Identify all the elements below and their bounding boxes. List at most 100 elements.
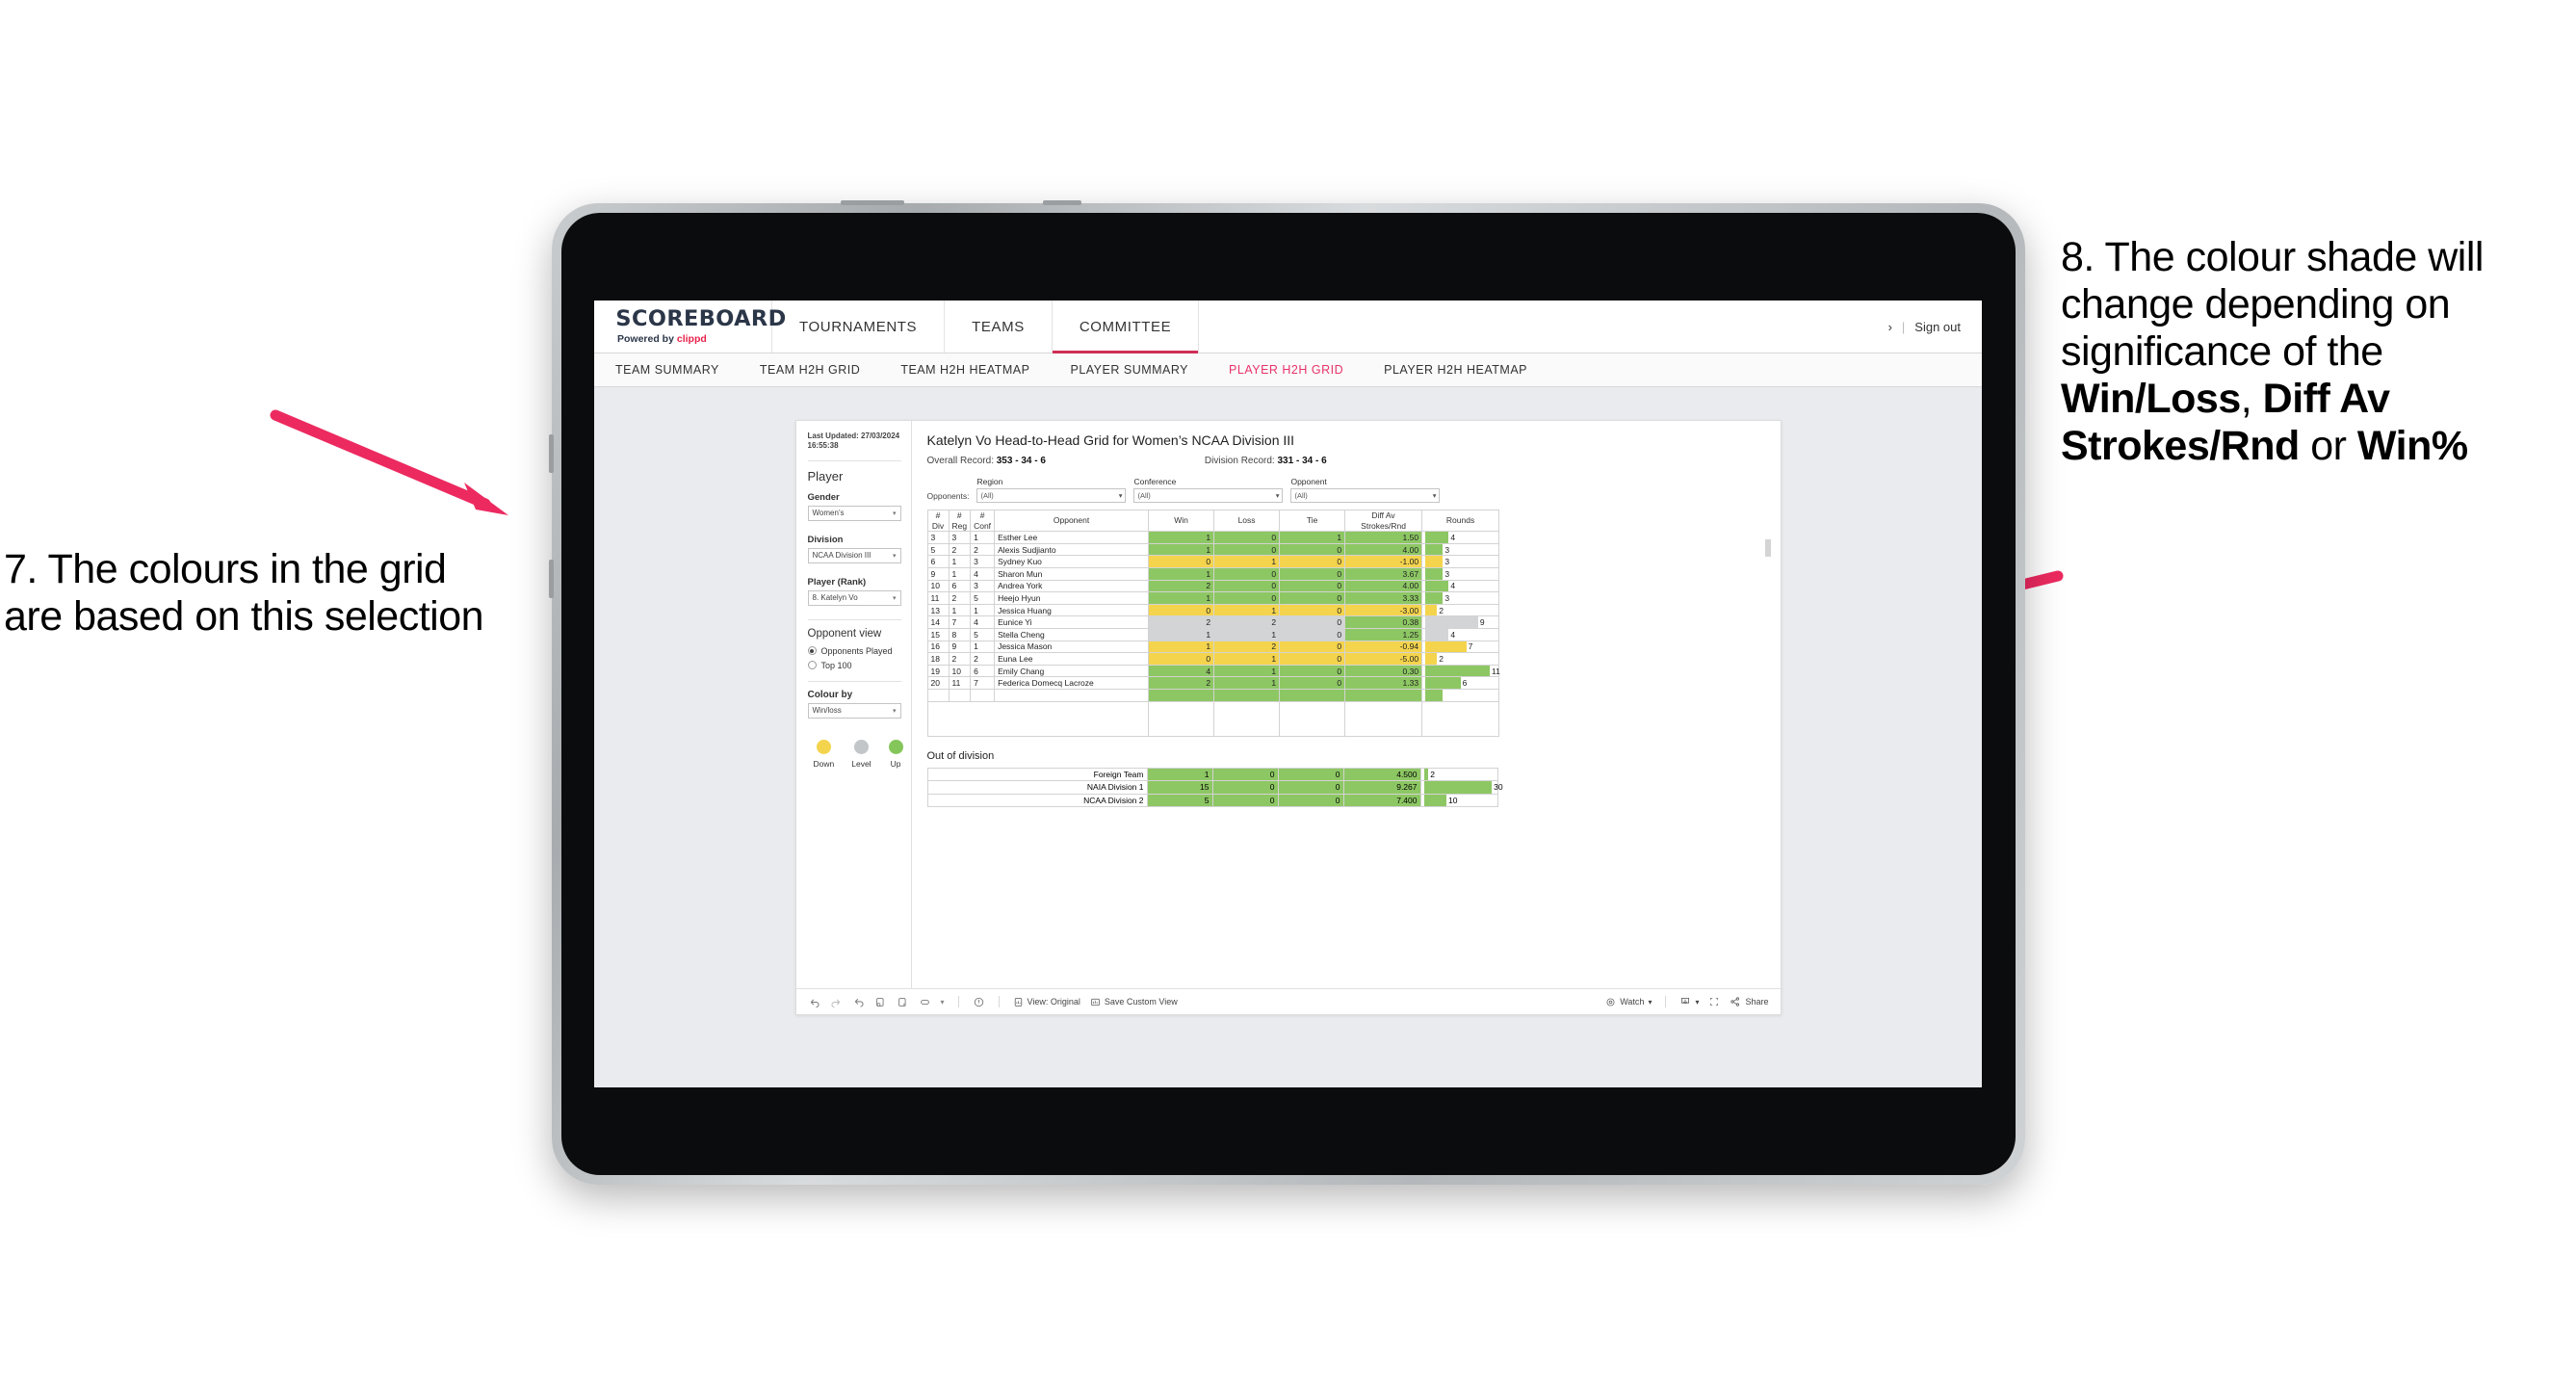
legend-dot-up	[888, 739, 903, 754]
legend-item-down: Down	[814, 739, 834, 769]
nav-item-tournaments[interactable]: TOURNAMENTS	[772, 301, 946, 353]
table-row[interactable]: 10 6 3 Andrea York 2 0 0 4.00 4	[926, 579, 1500, 593]
revert-icon[interactable]	[852, 996, 865, 1008]
rounds-label: 10	[1448, 795, 1458, 805]
cell-tie: 0	[1279, 603, 1346, 617]
cell-loss: 1	[1213, 676, 1281, 690]
watch-button[interactable]: Watch ▾	[1605, 997, 1652, 1007]
table-row[interactable]: 14 7 4 Eunice Yi 2 2 0 0.38 9	[926, 615, 1500, 629]
tablet-side-button-1[interactable]	[549, 434, 554, 473]
table-row[interactable]: 5 2 2 Alexis Sudjianto 1 0 0 4.00 3	[926, 542, 1500, 557]
filter-opponent-select[interactable]: (All) ▾	[1290, 488, 1441, 503]
colour-by-select[interactable]: Win/loss ▾	[807, 702, 901, 719]
ood-row[interactable]: NCAA Division 2 5 0 0 7.400 10	[926, 793, 1498, 808]
cell-conf: 2	[970, 542, 996, 557]
column-header[interactable]: Win	[1148, 509, 1215, 533]
annotation-right-pre: 8. The colour shade will change dependin…	[2061, 234, 2484, 376]
ood-win: 15	[1146, 780, 1213, 795]
column-header[interactable]: Loss	[1213, 509, 1281, 533]
tablet-side-button-2[interactable]	[549, 560, 554, 598]
table-row[interactable]: 9 1 4 Sharon Mun 1 0 0 3.67 3	[926, 567, 1500, 581]
table-row[interactable]: 16 9 1 Jessica Mason 1 2 0 -0.94 7	[926, 640, 1500, 654]
ood-row[interactable]: Foreign Team 1 0 0 4.500 2	[926, 767, 1498, 782]
share-button[interactable]: Share	[1730, 996, 1769, 1007]
header-divider: |	[1901, 319, 1906, 334]
column-header[interactable]: Rounds	[1421, 509, 1500, 533]
colour-by-value: Win/loss	[812, 706, 842, 716]
view-original-button[interactable]: View: Original	[1013, 997, 1080, 1007]
undo-icon[interactable]	[808, 996, 820, 1008]
table-row[interactable]: 3 3 1 Esther Lee 1 0 1 1.50 4	[926, 531, 1500, 544]
sign-out-link[interactable]: Sign out	[1914, 320, 1961, 334]
alert-icon[interactable]	[973, 996, 985, 1008]
subnav-item-team-h2h-heatmap[interactable]: TEAM H2H HEATMAP	[900, 363, 1029, 377]
filter-conference-select[interactable]: (All) ▾	[1133, 488, 1284, 503]
table-row-partial[interactable]	[926, 688, 1500, 702]
rounds-bar	[1425, 665, 1490, 677]
tablet-volume-button[interactable]	[1043, 200, 1081, 205]
subnav-item-team-summary[interactable]: TEAM SUMMARY	[615, 363, 719, 377]
rounds-bar	[1425, 580, 1449, 592]
gender-select[interactable]: Women’s ▾	[807, 505, 901, 521]
cell-div: 5	[926, 542, 950, 557]
player-rank-select[interactable]: 8. Katelyn Vo ▾	[807, 589, 901, 606]
cell-opponent	[994, 688, 1150, 702]
division-select[interactable]: NCAA Division III ▾	[807, 547, 901, 563]
column-header[interactable]: Diff Av Strokes/Rnd	[1344, 509, 1423, 533]
shape-icon[interactable]	[919, 996, 931, 1008]
rounds-label: 2	[1439, 605, 1444, 615]
brand-logo[interactable]: SCOREBOARD Powered by clippd	[594, 301, 786, 353]
cell-diff: 0.30	[1344, 664, 1423, 678]
column-header[interactable]: Tie	[1279, 509, 1346, 533]
nav-item-committee[interactable]: COMMITTEE	[1052, 301, 1200, 353]
subnav-item-team-h2h-grid[interactable]: TEAM H2H GRID	[760, 363, 860, 377]
tablet-power-button[interactable]	[841, 200, 904, 205]
table-row[interactable]: 20 11 7 Federica Domecq Lacroze 2 1 0 1.…	[926, 676, 1500, 690]
cell-conf	[970, 688, 996, 702]
table-row[interactable]: 11 2 5 Heejo Hyun 1 0 0 3.33 3	[926, 591, 1500, 605]
cell-div: 15	[926, 628, 950, 641]
save-custom-view-button[interactable]: Save Custom View	[1090, 997, 1178, 1007]
colour-legend: Down Level Up	[808, 739, 903, 769]
radio-opponents-played[interactable]: Opponents Played	[807, 646, 901, 656]
column-header[interactable]: # Div	[926, 509, 950, 533]
subnav-item-player-summary[interactable]: PLAYER SUMMARY	[1070, 363, 1188, 377]
pause-icon[interactable]	[897, 996, 909, 1008]
legend-item-level: Level	[851, 739, 872, 769]
cell-diff: 0.38	[1344, 615, 1423, 629]
cell-diff: 3.33	[1344, 591, 1423, 605]
table-row[interactable]: 19 10 6 Emily Chang 4 1 0 0.30 11	[926, 664, 1500, 678]
cell-loss: 1	[1213, 603, 1281, 617]
subnav-item-player-h2h-grid[interactable]: PLAYER H2H GRID	[1229, 363, 1343, 377]
chevron-right-icon[interactable]: ›	[1888, 320, 1892, 334]
refresh-icon[interactable]	[874, 996, 887, 1008]
rounds-bar	[1425, 543, 1444, 556]
column-header[interactable]: # Reg	[948, 509, 972, 533]
cell-blank	[1421, 700, 1500, 737]
chevron-down-icon[interactable]: ▾	[941, 998, 945, 1007]
table-row[interactable]: 13 1 1 Jessica Huang 0 1 0 -3.00 2	[926, 603, 1500, 617]
division-record: Division Record: 331 - 34 - 6	[1205, 456, 1327, 466]
column-header[interactable]: # Conf	[970, 509, 996, 533]
cell-rounds: 3	[1421, 555, 1500, 569]
download-button[interactable]: ▾	[1679, 996, 1699, 1007]
nav-item-teams[interactable]: TEAMS	[945, 301, 1053, 353]
colour-by-label: Colour by	[807, 689, 853, 700]
subnav-item-player-h2h-heatmap[interactable]: PLAYER H2H HEATMAP	[1384, 363, 1527, 377]
table-row[interactable]: 18 2 2 Euna Lee 0 1 0 -5.00 2	[926, 652, 1500, 666]
grid-scrollbar[interactable]	[1764, 539, 1771, 557]
cell-div: 9	[926, 567, 950, 581]
column-header[interactable]: Opponent	[994, 509, 1150, 533]
radio-top-100[interactable]: Top 100	[807, 661, 901, 670]
cell-reg: 11	[948, 676, 972, 690]
rounds-bar	[1423, 781, 1493, 794]
ood-row[interactable]: NAIA Division 1 15 0 0 9.267 30	[926, 780, 1503, 795]
rounds-bar	[1425, 556, 1444, 568]
cell-reg: 9	[948, 640, 972, 654]
ood-diff: 4.500	[1342, 767, 1421, 782]
redo-icon[interactable]	[830, 996, 843, 1008]
fullscreen-icon[interactable]	[1708, 996, 1720, 1007]
table-row[interactable]: 15 8 5 Stella Cheng 1 1 0 1.25 4	[926, 628, 1500, 641]
filter-region-select[interactable]: (All) ▾	[976, 488, 1127, 503]
table-row[interactable]: 6 1 3 Sydney Kuo 0 1 0 -1.00 3	[926, 555, 1500, 569]
